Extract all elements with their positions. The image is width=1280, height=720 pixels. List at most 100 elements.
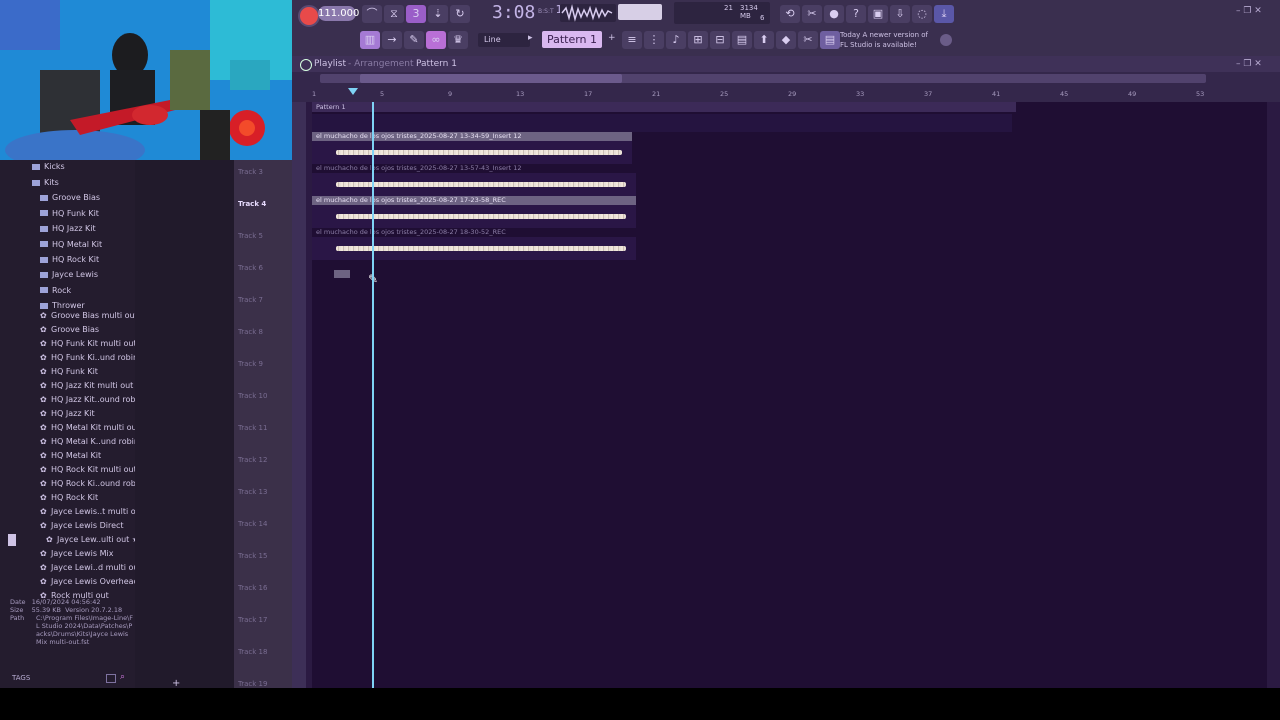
snap-select[interactable]: Line bbox=[478, 33, 530, 47]
song-time[interactable]: 3:08 bbox=[492, 2, 535, 23]
playhead-line[interactable] bbox=[372, 102, 374, 688]
loop-record-icon[interactable]: ↻ bbox=[450, 5, 470, 23]
playlist-window-controls[interactable]: – ❐ ✕ bbox=[1236, 56, 1262, 72]
track-name[interactable]: Track 3 bbox=[238, 168, 263, 176]
wait-input-icon[interactable]: ⧖ bbox=[384, 5, 404, 23]
tempo-tool-icon[interactable]: ⬆ bbox=[754, 31, 774, 49]
piano-roll-icon[interactable]: ♪ bbox=[666, 31, 686, 49]
track-name[interactable]: Track 15 bbox=[238, 552, 267, 560]
save-icon[interactable]: ▣ bbox=[868, 5, 888, 23]
track-name[interactable]: Track 17 bbox=[238, 616, 267, 624]
browser-preset-item[interactable]: ✿ Jayce Lewis Mix bbox=[40, 549, 113, 558]
render-icon[interactable]: ⇩ bbox=[890, 5, 910, 23]
mic-icon[interactable]: ● bbox=[824, 5, 844, 23]
download-icon[interactable]: ⤓ bbox=[934, 5, 954, 23]
chat-icon[interactable]: ◌ bbox=[912, 5, 932, 23]
browser-folder-item[interactable]: HQ Rock Kit bbox=[40, 255, 99, 264]
scrollbar-thumb[interactable] bbox=[360, 74, 622, 83]
browser-scroll-handle[interactable] bbox=[8, 534, 16, 546]
cut-icon[interactable]: ✂ bbox=[802, 5, 822, 23]
playlist-grid[interactable]: Pattern 1 el muchacho de los ojos triste… bbox=[312, 102, 1267, 688]
timeline[interactable]: 1 5 9 13 17 21 25 29 33 37 41 45 49 53 bbox=[292, 72, 1280, 102]
hint-icon[interactable]: ◆ bbox=[776, 31, 796, 49]
browser-preset-item[interactable]: ✿ Jayce Lewi..d multi out bbox=[40, 563, 142, 572]
channel-rack-icon[interactable]: ⋮ bbox=[644, 31, 664, 49]
audio-clip[interactable]: el muchacho de los ojos tristes_2025-08-… bbox=[312, 196, 636, 228]
track-name[interactable]: Track 8 bbox=[238, 328, 263, 336]
playlist-title-bar[interactable]: Playlist - Arrangement Pattern 1 – ❐ ✕ bbox=[292, 56, 1280, 72]
browser-preset-item[interactable]: ✿ Jayce Lewis Direct bbox=[40, 521, 124, 530]
countdown-icon[interactable]: 3 bbox=[406, 5, 426, 23]
news-close-icon[interactable] bbox=[940, 34, 952, 46]
browser-preset-item[interactable]: ✿ HQ Rock Kit multi out bbox=[40, 465, 137, 474]
browser-preset-item[interactable]: ✿ Jayce Lewis..t multi out bbox=[40, 507, 144, 516]
plugin-icon[interactable]: ⊞ bbox=[688, 31, 708, 49]
audio-clip[interactable]: el muchacho de los ojos tristes_2025-08-… bbox=[312, 164, 636, 196]
tempo-display[interactable]: 111.000 bbox=[318, 6, 359, 21]
track-name[interactable]: Track 12 bbox=[238, 456, 267, 464]
track-name[interactable]: Track 16 bbox=[238, 584, 267, 592]
browser-preset-item[interactable]: ✿ HQ Metal Kit bbox=[40, 451, 101, 460]
track-name[interactable]: Track 9 bbox=[238, 360, 263, 368]
playhead-marker[interactable] bbox=[348, 88, 358, 95]
clipboard-icon[interactable]: ▤ bbox=[732, 31, 752, 49]
browser-folder-item[interactable]: HQ Funk Kit bbox=[40, 209, 99, 218]
browser-preset-item[interactable]: ✿ Jayce Lew..ulti out ★ bbox=[46, 535, 139, 544]
link-tool-icon[interactable]: ∞ bbox=[426, 31, 446, 49]
track-name[interactable]: Track 18 bbox=[238, 648, 267, 656]
browser-folder-item[interactable]: Thrower bbox=[40, 301, 85, 310]
draw-tool-icon[interactable]: → bbox=[382, 31, 402, 49]
browser-preset-item[interactable]: ✿ HQ Metal Kit multi out bbox=[40, 423, 140, 432]
browser-preset-item[interactable]: ✿ Groove Bias bbox=[40, 325, 99, 334]
metronome-icon[interactable]: ⌒ bbox=[362, 5, 382, 23]
track-name[interactable]: Track 10 bbox=[238, 392, 267, 400]
track-name[interactable]: Track 13 bbox=[238, 488, 267, 496]
browser-preset-item[interactable]: ✿ Groove Bias multi out bbox=[40, 311, 138, 320]
tags-label[interactable]: TAGS bbox=[12, 674, 30, 682]
browser-folder-item[interactable]: Rock bbox=[40, 286, 71, 295]
browser-icon[interactable]: ⊟ bbox=[710, 31, 730, 49]
playlist-pattern[interactable]: Pattern 1 bbox=[416, 56, 457, 72]
add-pattern-icon[interactable]: + bbox=[608, 33, 616, 43]
browser-preset-item[interactable]: ✿ HQ Funk Kit multi out bbox=[40, 339, 137, 348]
scissors-icon[interactable]: ✂ bbox=[798, 31, 818, 49]
browser-folder-item[interactable]: Kicks bbox=[32, 162, 65, 171]
browser-preset-item[interactable]: ✿ HQ Funk Kit bbox=[40, 367, 98, 376]
audio-clip[interactable]: el muchacho de los ojos tristes_2025-08-… bbox=[312, 132, 632, 164]
track-name[interactable]: Track 11 bbox=[238, 424, 267, 432]
browser-preset-item[interactable]: ✿ Jayce Lewis Overhead bbox=[40, 577, 139, 586]
bar-ruler[interactable]: 1 5 9 13 17 21 25 29 33 37 41 45 49 53 bbox=[312, 90, 1267, 102]
undo-icon[interactable]: ⟲ bbox=[780, 5, 800, 23]
browser-folder-item[interactable]: Kits bbox=[32, 178, 59, 187]
track-name[interactable]: Track 14 bbox=[238, 520, 267, 528]
track-name[interactable]: Track 19 bbox=[238, 680, 267, 688]
mixer-icon[interactable]: ≡ bbox=[622, 31, 642, 49]
browser-folder-item[interactable]: HQ Jazz Kit bbox=[40, 224, 96, 233]
news-panel[interactable]: Today A newer version of FL Studio is av… bbox=[840, 30, 940, 52]
small-clip[interactable] bbox=[334, 270, 350, 278]
prev-pattern-icon[interactable]: ▸ bbox=[528, 33, 533, 43]
browser-preset-item[interactable]: ✿ HQ Jazz Kit multi out bbox=[40, 381, 133, 390]
help-icon[interactable]: ? bbox=[846, 5, 866, 23]
vertical-scrollbar[interactable] bbox=[1267, 102, 1280, 688]
stamp-tool-icon[interactable]: ♛ bbox=[448, 31, 468, 49]
track-name[interactable]: Track 5 bbox=[238, 232, 263, 240]
browser-preset-item[interactable]: ✿ HQ Funk Ki..und robin bbox=[40, 353, 138, 362]
track-name[interactable]: Track 6 bbox=[238, 264, 263, 272]
browser-folder-item[interactable]: Groove Bias bbox=[40, 193, 100, 202]
track-name[interactable]: Track 4 bbox=[238, 200, 266, 208]
audio-clip[interactable]: el muchacho de los ojos tristes_2025-08-… bbox=[312, 228, 636, 260]
browser-preset-item[interactable]: ✿ HQ Jazz Kit..ound robin bbox=[40, 395, 143, 404]
browser-preset-item[interactable]: ✿ HQ Rock Kit bbox=[40, 493, 98, 502]
pattern-select[interactable]: Pattern 1 bbox=[542, 31, 602, 48]
browser-preset-item[interactable]: ✿ HQ Jazz Kit bbox=[40, 409, 95, 418]
playlist-tool-icon[interactable]: ▥ bbox=[360, 31, 380, 49]
window-controls[interactable]: – ❐ ✕ bbox=[1236, 6, 1262, 16]
browser-preset-item[interactable]: ✿ HQ Metal K..und robin bbox=[40, 437, 139, 446]
pattern-clip[interactable]: Pattern 1 bbox=[312, 102, 1016, 112]
browser-folder-item[interactable]: HQ Metal Kit bbox=[40, 240, 102, 249]
browser-folder-item[interactable]: Jayce Lewis bbox=[40, 270, 98, 279]
search-icon[interactable]: ⌕ bbox=[120, 672, 125, 682]
folder-icon[interactable] bbox=[106, 674, 116, 683]
news-icon[interactable]: ▤ bbox=[820, 31, 840, 49]
